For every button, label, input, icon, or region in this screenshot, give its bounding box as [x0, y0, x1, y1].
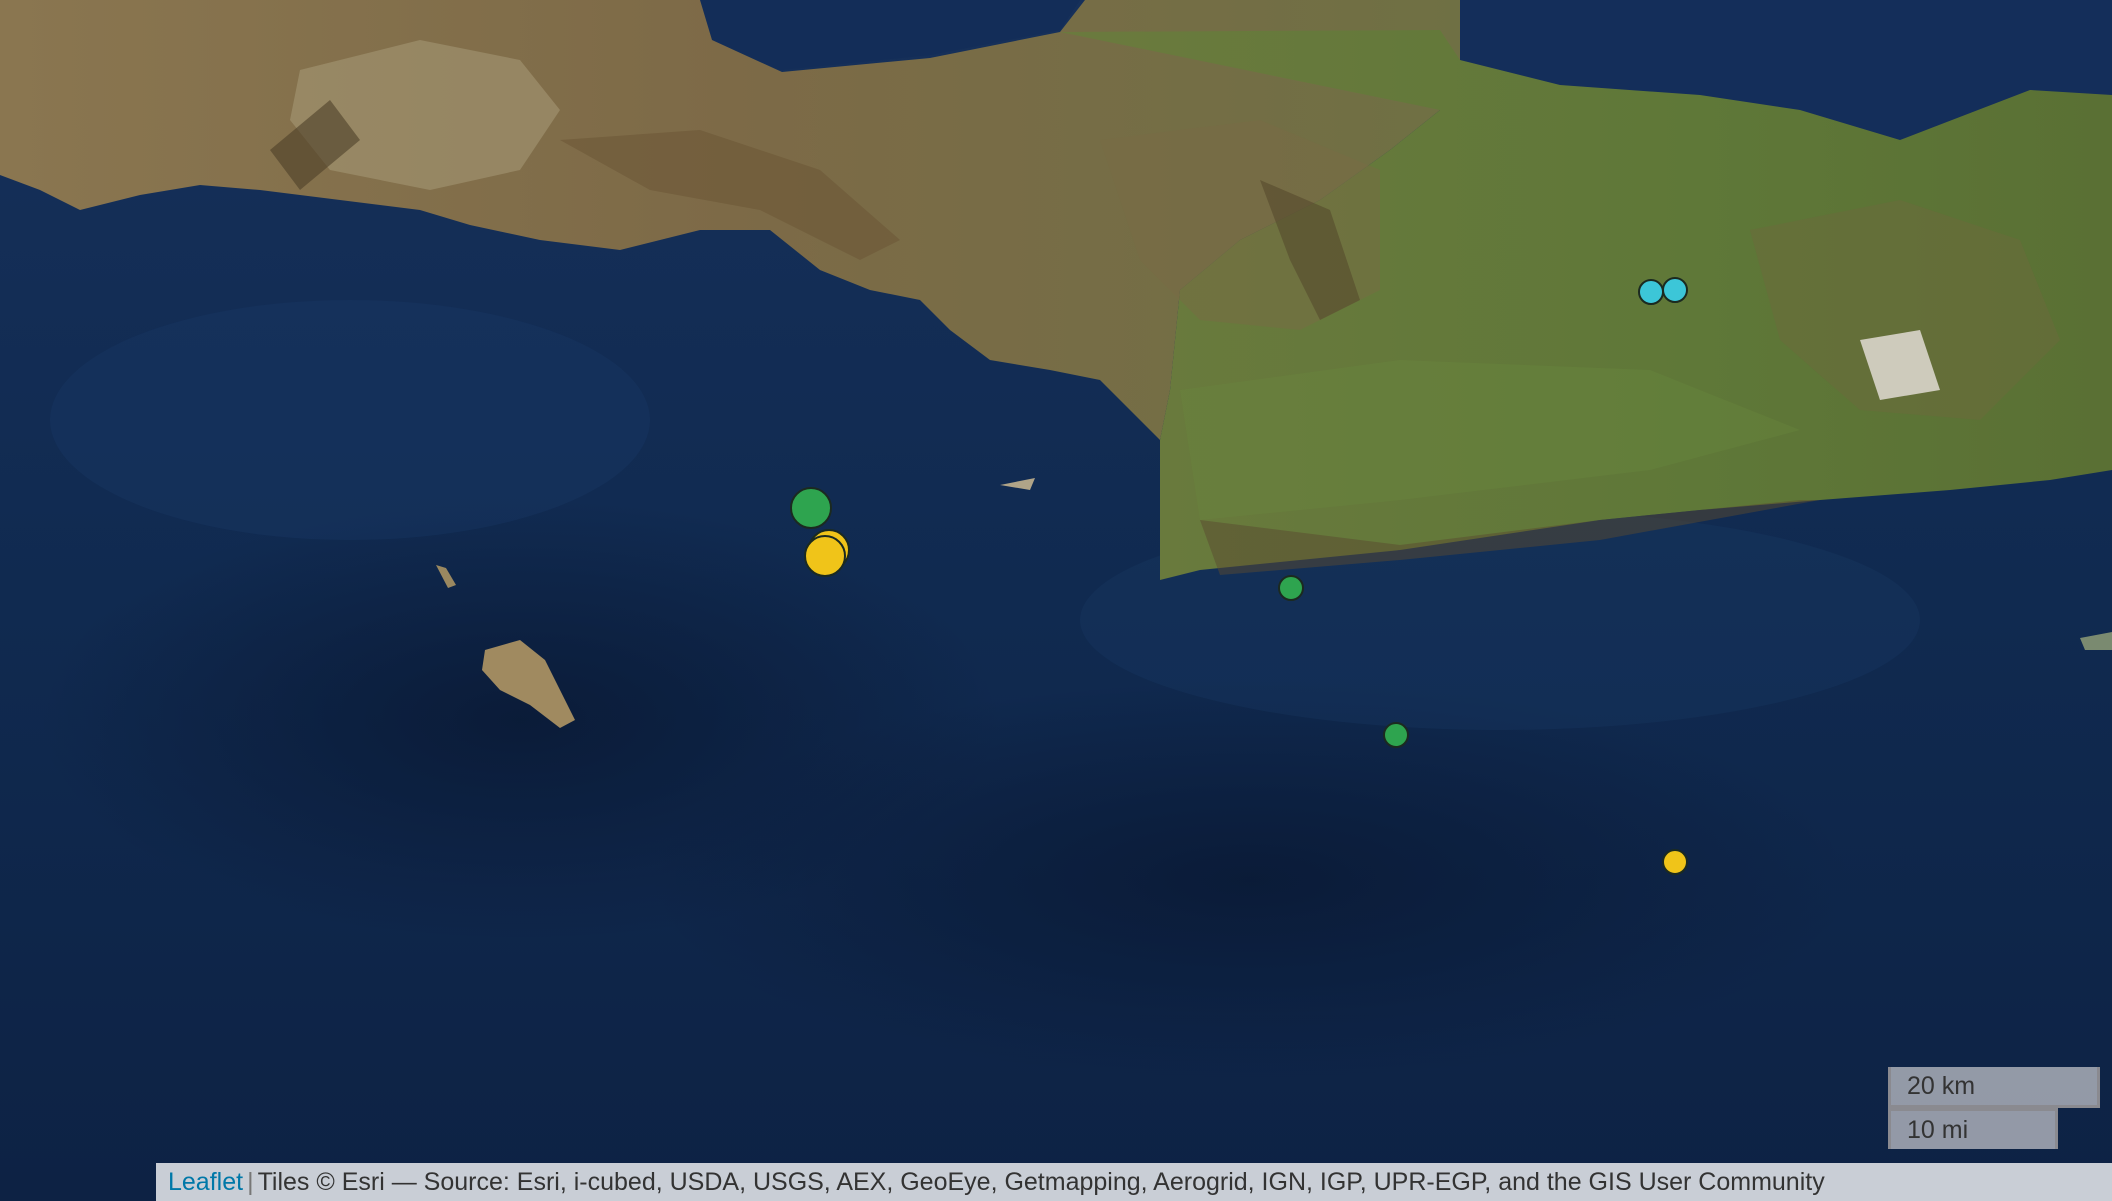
attribution-text: Tiles © Esri — Source: Esri, i-cubed, US…	[257, 1168, 1825, 1196]
map-view[interactable]: 20 km 10 mi Leaflet | Tiles © Esri — Sourc…	[0, 0, 2112, 1201]
scale-km: 20 km	[1888, 1067, 2100, 1108]
attribution-bar: Leaflet | Tiles © Esri — Source: Esri, i-c…	[156, 1163, 2112, 1201]
map-marker-m5[interactable]	[1383, 722, 1409, 748]
satellite-basemap[interactable]	[0, 0, 2112, 1201]
map-marker-m8[interactable]	[1662, 277, 1688, 303]
map-marker-m7[interactable]	[1638, 279, 1664, 305]
map-marker-m1[interactable]	[790, 487, 832, 529]
scale-bar: 20 km 10 mi	[1888, 1067, 2100, 1149]
map-marker-m6[interactable]	[1662, 849, 1688, 875]
map-marker-m3[interactable]	[804, 535, 846, 577]
leaflet-link[interactable]: Leaflet	[168, 1168, 243, 1196]
scale-mi: 10 mi	[1888, 1108, 2058, 1149]
attribution-separator: |	[247, 1168, 254, 1196]
map-marker-m4[interactable]	[1278, 575, 1304, 601]
